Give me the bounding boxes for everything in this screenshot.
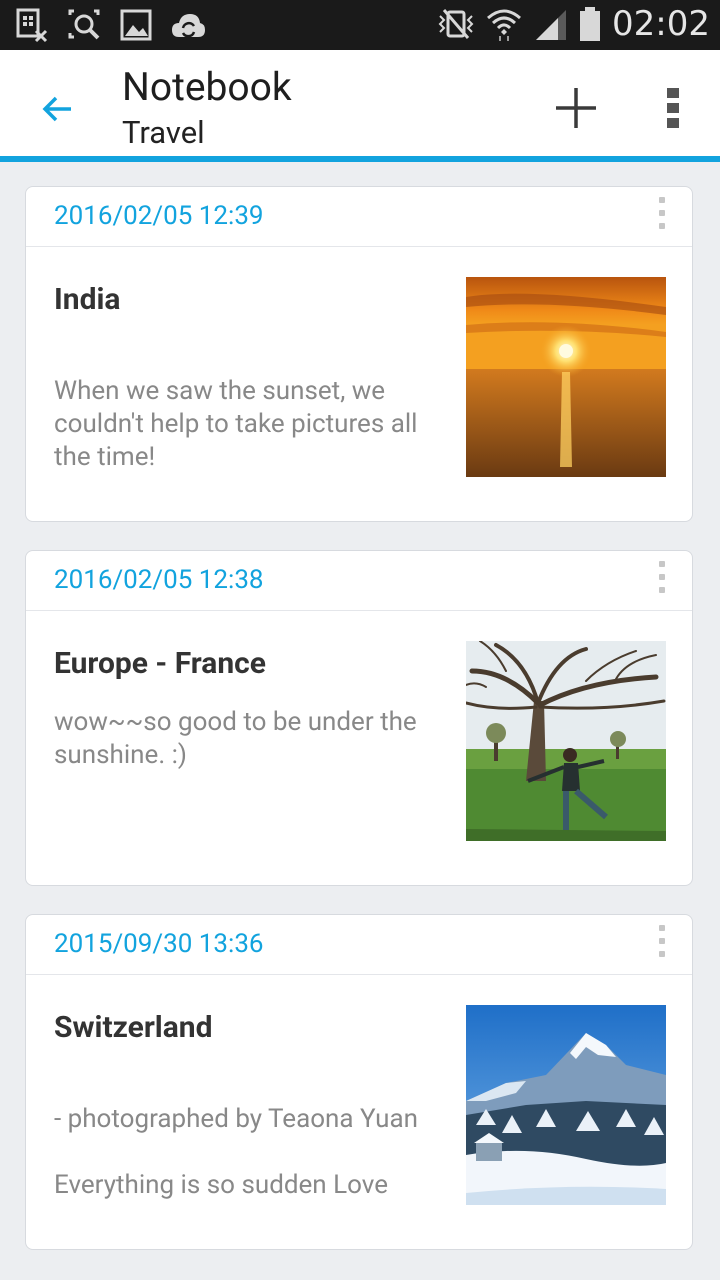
note-thumbnail (466, 641, 666, 841)
snowy-mountain-image (466, 1005, 666, 1205)
note-title: Switzerland (54, 1010, 213, 1045)
battery-icon (580, 7, 601, 41)
note-thumbnail (466, 277, 666, 477)
note-date: 2016/02/05 12:38 (54, 565, 264, 595)
note-card-header: 2015/09/30 13:36 (26, 915, 692, 975)
image-icon (120, 9, 152, 41)
screenshot-search-icon (68, 9, 100, 40)
note-card[interactable]: 2016/02/05 12:38 Europe - France wow~~so… (25, 550, 693, 886)
note-body: wow~~so good to be under the sunshine. :… (54, 707, 424, 770)
page-subtitle: Travel (122, 114, 205, 151)
overflow-menu-button[interactable] (650, 80, 696, 136)
note-more-button[interactable] (652, 561, 672, 601)
page-title: Notebook (122, 64, 292, 110)
note-card-header: 2016/02/05 12:39 (26, 187, 692, 247)
note-body: - photographed by Teaona Yuan Everything… (54, 1104, 418, 1200)
sunset-over-sea-image (466, 277, 666, 477)
overflow-menu-icon (667, 88, 679, 128)
arrow-back-icon (42, 96, 71, 122)
back-button[interactable] (30, 82, 84, 136)
note-card-header: 2016/02/05 12:38 (26, 551, 692, 611)
note-thumbnail (466, 1005, 666, 1205)
clock: 02:02 (612, 4, 710, 44)
note-more-button[interactable] (652, 925, 672, 965)
note-date: 2015/09/30 13:36 (54, 929, 264, 959)
wifi-icon (487, 9, 522, 41)
note-date: 2016/02/05 12:39 (54, 201, 264, 231)
note-title: India (54, 282, 121, 317)
note-body: When we saw the sunset, we couldn't help… (54, 376, 424, 472)
app-bar: Notebook Travel (0, 50, 720, 156)
vibrate-icon (438, 9, 474, 39)
add-note-button[interactable] (548, 80, 604, 136)
note-body-clip: - photographed by Teaona Yuan Everything… (54, 1103, 434, 1225)
status-bar: 02:02 (0, 0, 720, 50)
note-card[interactable]: 2016/02/05 12:39 India When we saw the s… (25, 186, 693, 522)
storage-icon (16, 8, 48, 43)
plus-icon (556, 88, 596, 128)
woman-under-tree-image (466, 641, 666, 841)
signal-icon (536, 10, 567, 40)
note-title: Europe - France (54, 646, 266, 681)
app-bar-accent-line (0, 156, 720, 162)
note-more-button[interactable] (652, 197, 672, 237)
note-card[interactable]: 2015/09/30 13:36 Switzerland - photograp… (25, 914, 693, 1250)
cloud-sync-icon (172, 14, 205, 38)
